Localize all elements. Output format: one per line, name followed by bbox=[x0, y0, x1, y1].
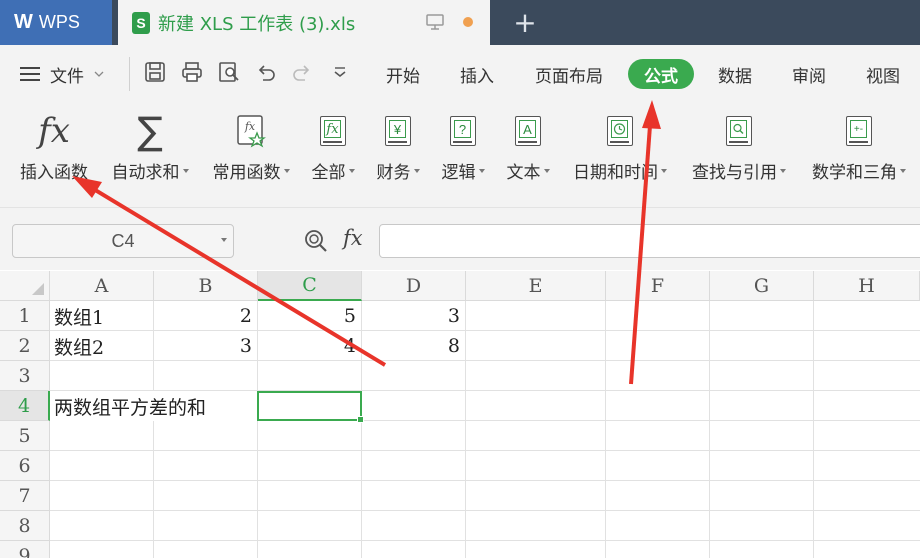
lookup-reference-label: 查找与引用 bbox=[692, 158, 786, 183]
sigma-icon: ∑ bbox=[137, 109, 163, 153]
chevron-down-icon[interactable] bbox=[221, 238, 227, 242]
hamburger-icon bbox=[20, 67, 40, 81]
app-name: WPS bbox=[38, 12, 80, 32]
fx-icon[interactable]: fx bbox=[343, 226, 363, 250]
fx-icon: fx bbox=[38, 111, 70, 151]
row-header-8[interactable]: 8 bbox=[0, 511, 50, 541]
math-icon: +- bbox=[846, 111, 872, 151]
all-functions-label: 全部 bbox=[312, 158, 355, 183]
quick-access-dropdown-icon[interactable] bbox=[328, 60, 352, 84]
document-tab[interactable]: S 新建 XLS 工作表 (3).xls bbox=[118, 0, 490, 45]
column-header-e[interactable]: E bbox=[466, 271, 606, 301]
cell-a4[interactable]: 两数组平方差的和 bbox=[50, 391, 260, 421]
text-functions-button[interactable]: A 文本 bbox=[503, 111, 553, 183]
print-preview-icon[interactable] bbox=[217, 60, 241, 84]
column-header-b[interactable]: B bbox=[154, 271, 258, 301]
monitor-icon[interactable] bbox=[426, 13, 444, 31]
wps-logo-icon: W bbox=[14, 11, 33, 33]
spreadsheet-icon: S bbox=[132, 11, 150, 34]
zoom-search-icon[interactable] bbox=[303, 228, 329, 254]
chevron-down-icon bbox=[94, 71, 104, 77]
finance-button[interactable]: ¥ 财务 bbox=[373, 111, 423, 183]
all-functions-button[interactable]: fx 全部 bbox=[308, 111, 358, 183]
text-functions-label: 文本 bbox=[507, 158, 550, 183]
ribbon: fx 插入函数 ∑ 自动求和 fx 常用函数 fx 全部 ¥ 财务 ? 逻辑 A… bbox=[0, 103, 920, 208]
text-icon: A bbox=[515, 111, 541, 151]
autosum-button[interactable]: ∑ 自动求和 bbox=[107, 111, 193, 183]
common-functions-button[interactable]: fx 常用函数 bbox=[208, 111, 294, 183]
common-functions-label: 常用函数 bbox=[213, 158, 290, 183]
cell-c1[interactable]: 5 bbox=[258, 301, 362, 331]
redo-icon[interactable] bbox=[290, 60, 314, 84]
cell-d2[interactable]: 8 bbox=[362, 331, 466, 361]
row-header-7[interactable]: 7 bbox=[0, 481, 50, 511]
datetime-label: 日期和时间 bbox=[573, 158, 667, 183]
tab-formulas[interactable]: 公式 bbox=[628, 59, 694, 89]
logic-label: 逻辑 bbox=[442, 158, 485, 183]
tab-page-layout[interactable]: 页面布局 bbox=[527, 59, 611, 89]
favorite-function-icon: fx bbox=[235, 111, 267, 151]
cell-a1[interactable]: 数组1 bbox=[50, 301, 154, 331]
datetime-button[interactable]: 日期和时间 bbox=[568, 111, 672, 183]
insert-function-button[interactable]: fx 插入函数 bbox=[16, 111, 92, 183]
column-header-d[interactable]: D bbox=[362, 271, 466, 301]
tab-home[interactable]: 开始 bbox=[378, 59, 428, 89]
cell-d1[interactable]: 3 bbox=[362, 301, 466, 331]
row-header-3[interactable]: 3 bbox=[0, 361, 50, 391]
save-icon[interactable] bbox=[143, 60, 167, 84]
tab-insert[interactable]: 插入 bbox=[452, 59, 502, 89]
column-header-a[interactable]: A bbox=[50, 271, 154, 301]
name-box[interactable]: C4 bbox=[12, 224, 234, 258]
document-title: 新建 XLS 工作表 (3).xls bbox=[158, 13, 356, 35]
finance-label: 财务 bbox=[377, 158, 420, 183]
row-header-4[interactable]: 4 bbox=[0, 391, 50, 421]
lookup-reference-button[interactable]: 查找与引用 bbox=[687, 111, 791, 183]
logic-icon: ? bbox=[450, 111, 476, 151]
print-icon[interactable] bbox=[180, 60, 204, 84]
logic-button[interactable]: ? 逻辑 bbox=[438, 111, 488, 183]
formula-input[interactable] bbox=[379, 224, 920, 258]
divider bbox=[129, 57, 130, 91]
tab-data[interactable]: 数据 bbox=[710, 59, 760, 89]
column-header-f[interactable]: F bbox=[606, 271, 710, 301]
svg-text:fx: fx bbox=[244, 120, 256, 133]
column-header-c[interactable]: C bbox=[258, 271, 362, 301]
all-functions-icon: fx bbox=[320, 111, 346, 151]
cell-b1[interactable]: 2 bbox=[154, 301, 258, 331]
autosum-label: 自动求和 bbox=[112, 158, 189, 183]
title-bar: W WPS S 新建 XLS 工作表 (3).xls + bbox=[0, 0, 920, 45]
spreadsheet-grid[interactable]: A B C D E F G H 1 2 3 4 5 6 7 8 9 数组1 2 … bbox=[0, 271, 920, 558]
math-trig-button[interactable]: +- 数学和三角 bbox=[806, 111, 912, 183]
datetime-icon bbox=[607, 111, 633, 151]
file-menu-label: 文件 bbox=[50, 66, 84, 87]
row-header-1[interactable]: 1 bbox=[0, 301, 50, 331]
cell-a2[interactable]: 数组2 bbox=[50, 331, 154, 361]
undo-icon[interactable] bbox=[254, 60, 278, 84]
column-header-h[interactable]: H bbox=[814, 271, 920, 301]
cell-c2[interactable]: 4 bbox=[258, 331, 362, 361]
math-trig-label: 数学和三角 bbox=[812, 158, 906, 183]
tab-view[interactable]: 视图 bbox=[858, 59, 908, 89]
select-all-corner[interactable] bbox=[0, 271, 50, 301]
cell-b2[interactable]: 3 bbox=[154, 331, 258, 361]
finance-icon: ¥ bbox=[385, 111, 411, 151]
menu-bar: 文件 开始 插入 页面布局 公式 数据 审阅 视图 bbox=[0, 45, 920, 103]
row-header-5[interactable]: 5 bbox=[0, 421, 50, 451]
insert-function-label: 插入函数 bbox=[20, 163, 88, 183]
tab-review[interactable]: 审阅 bbox=[784, 59, 834, 89]
row-header-9[interactable]: 9 bbox=[0, 541, 50, 558]
new-tab-button[interactable]: + bbox=[512, 6, 538, 39]
file-menu-button[interactable]: 文件 bbox=[20, 59, 104, 89]
row-header-2[interactable]: 2 bbox=[0, 331, 50, 361]
lookup-icon bbox=[726, 111, 752, 151]
row-header-6[interactable]: 6 bbox=[0, 451, 50, 481]
name-box-value: C4 bbox=[111, 230, 135, 251]
wps-home-tab[interactable]: W WPS bbox=[0, 0, 112, 45]
active-cell-c4[interactable] bbox=[257, 391, 364, 423]
column-header-g[interactable]: G bbox=[710, 271, 814, 301]
unsaved-dot-icon bbox=[463, 17, 473, 27]
fill-handle[interactable] bbox=[357, 416, 364, 423]
